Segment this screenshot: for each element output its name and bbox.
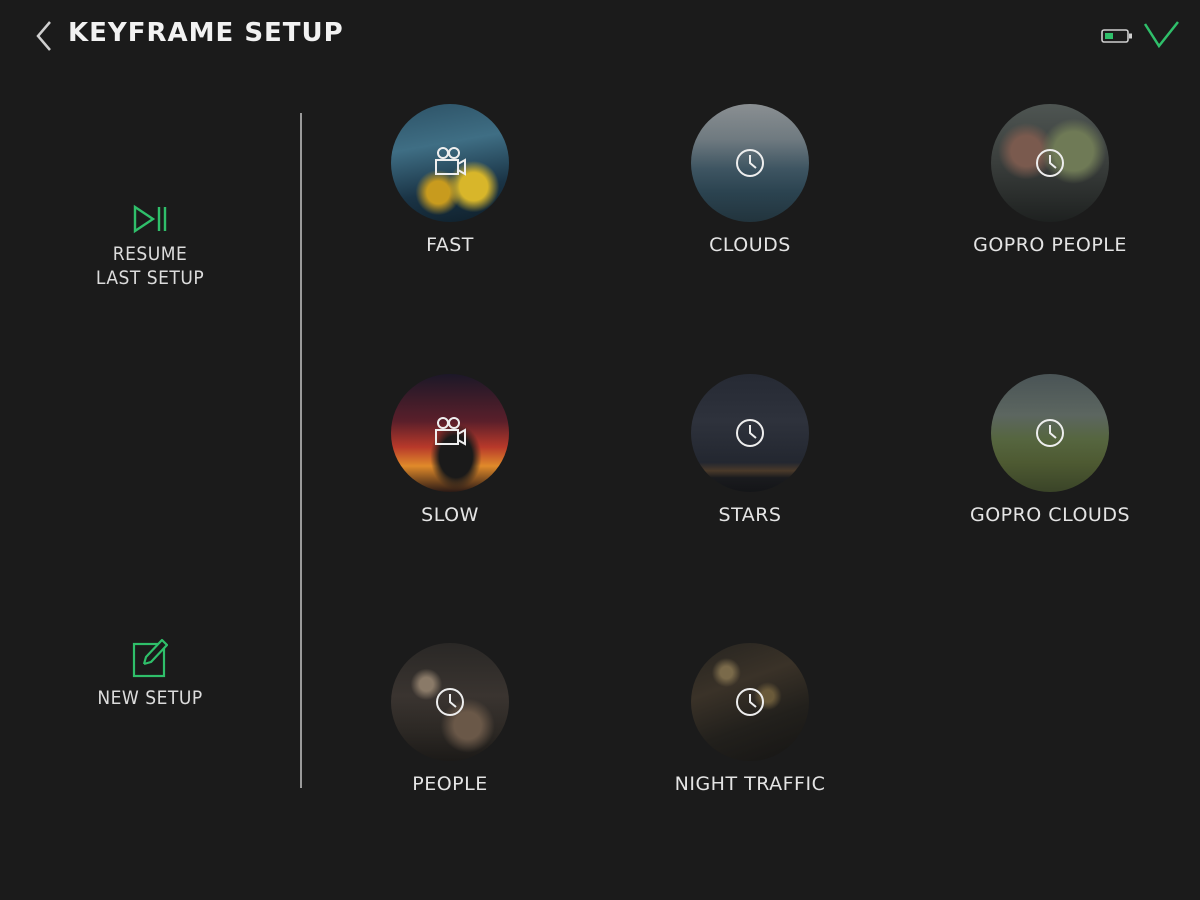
preset-thumbnail — [691, 104, 809, 222]
preset-label: STARS — [718, 504, 782, 526]
checkmark-icon — [1143, 21, 1179, 49]
edit-icon — [132, 638, 168, 678]
sidebar: RESUME LAST SETUP NEW SETUP — [0, 72, 300, 900]
battery-icon — [1101, 29, 1132, 43]
resume-label: RESUME LAST SETUP — [95, 243, 205, 289]
new-setup-button[interactable]: NEW SETUP — [60, 636, 240, 710]
preset-item-people[interactable]: PEOPLE — [350, 643, 550, 795]
preset-item-clouds[interactable]: CLOUDS — [650, 104, 850, 256]
new-setup-label: NEW SETUP — [97, 687, 203, 709]
preset-label: PEOPLE — [412, 773, 488, 795]
preset-label: SLOW — [421, 504, 479, 526]
clock-icon — [736, 149, 764, 177]
preset-thumbnail — [691, 374, 809, 492]
resume-last-setup-button[interactable]: RESUME LAST SETUP — [60, 204, 240, 290]
preset-thumbnail — [391, 643, 509, 761]
preset-item-slow[interactable]: SLOW — [350, 374, 550, 526]
preset-label: FAST — [426, 234, 474, 256]
preset-item-gopro-people[interactable]: GOPRO PEOPLE — [950, 104, 1150, 256]
page-title: KEYFRAME SETUP — [68, 18, 344, 48]
clock-icon — [736, 419, 764, 447]
top-bar: KEYFRAME SETUP — [0, 0, 1200, 72]
back-button[interactable] — [30, 18, 60, 54]
preset-item-night-traffic[interactable]: NIGHT TRAFFIC — [650, 643, 850, 795]
clock-icon — [1036, 149, 1064, 177]
clock-icon — [736, 688, 764, 716]
preset-item-gopro-clouds[interactable]: GOPRO CLOUDS — [950, 374, 1150, 526]
preset-item-stars[interactable]: STARS — [650, 374, 850, 526]
sidebar-divider — [300, 113, 302, 788]
preset-thumbnail — [391, 104, 509, 222]
preset-label: GOPRO CLOUDS — [969, 504, 1131, 526]
preset-thumbnail — [991, 104, 1109, 222]
chevron-left-icon — [36, 21, 51, 51]
preset-label: GOPRO PEOPLE — [973, 234, 1127, 256]
preset-thumbnail — [391, 374, 509, 492]
preset-item-fast[interactable]: FAST — [350, 104, 550, 256]
preset-label: NIGHT TRAFFIC — [674, 773, 826, 795]
clock-icon — [1036, 419, 1064, 447]
video-camera-icon — [435, 417, 466, 446]
confirm-button[interactable] — [1142, 18, 1180, 52]
preset-label: CLOUDS — [709, 234, 791, 256]
preset-thumbnail — [691, 643, 809, 761]
video-camera-icon — [435, 147, 466, 176]
play-pause-icon — [133, 204, 167, 234]
preset-thumbnail — [991, 374, 1109, 492]
clock-icon — [436, 688, 464, 716]
